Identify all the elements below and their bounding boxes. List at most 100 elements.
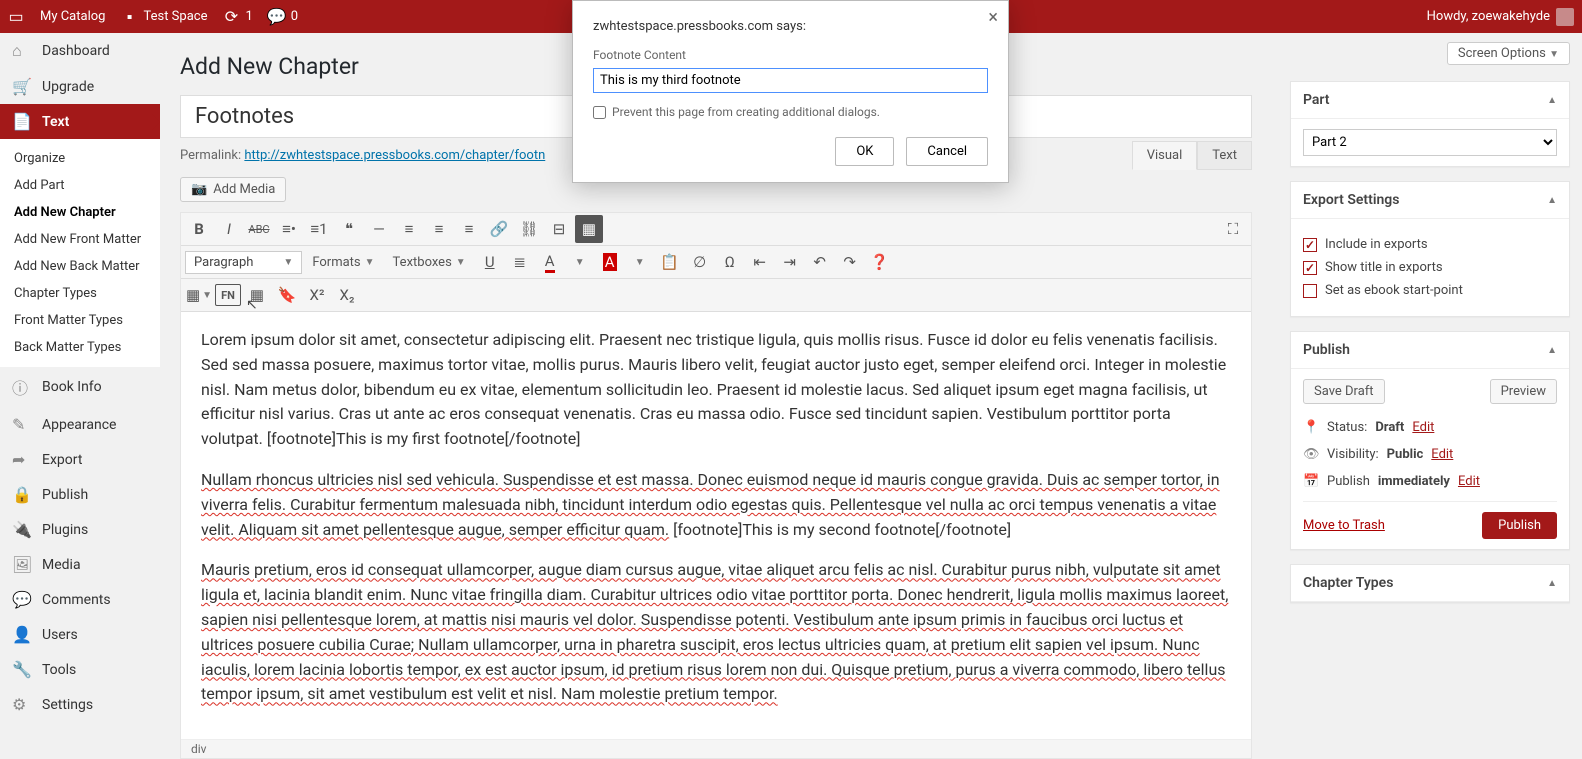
clear-formatting-button[interactable]: ∅ [686, 248, 714, 276]
sidebar-item-comments[interactable]: 💬Comments [0, 582, 160, 617]
formats-dropdown[interactable]: Formats▼ [304, 248, 382, 276]
account-link[interactable]: Howdy, zoewakehyde [1427, 8, 1574, 26]
paste-button[interactable]: 📋 [656, 248, 684, 276]
sidebar-item-appearance[interactable]: ✎Appearance [0, 407, 160, 442]
footnote-button[interactable]: FN [215, 284, 241, 306]
site-link[interactable]: ▪Test Space [121, 9, 207, 25]
align-right-button[interactable]: ≡ [455, 215, 483, 243]
italic-button[interactable]: I [215, 215, 243, 243]
indent-button[interactable]: ⇥ [776, 248, 804, 276]
toolbar-row-3: ▦▼ FN ▦ 🔖 X² X₂ [181, 279, 1251, 312]
dialog-ok-button[interactable]: OK [835, 137, 894, 166]
chapter-types-header[interactable]: Chapter Types▲ [1291, 565, 1569, 602]
grid-button[interactable]: ▦ [243, 281, 271, 309]
refresh-icon: ⟳ [223, 9, 239, 25]
tab-text[interactable]: Text [1197, 141, 1252, 170]
link-button[interactable]: 🔗 [485, 215, 513, 243]
export-box-header[interactable]: Export Settings▲ [1291, 182, 1569, 219]
sidebar-item-settings[interactable]: ⚙Settings [0, 687, 160, 722]
add-media-button[interactable]: 📷Add Media [180, 177, 286, 202]
subscript-button[interactable]: X₂ [333, 281, 361, 309]
collapse-icon: ▲ [1547, 195, 1557, 206]
sidebar-item-book-info[interactable]: ⓘBook Info [0, 367, 160, 407]
sidebar-item-upgrade[interactable]: 🛒Upgrade [0, 69, 160, 104]
underline-button[interactable]: U [476, 248, 504, 276]
edit-visibility-link[interactable]: Edit [1431, 447, 1453, 462]
hr-button[interactable]: — [365, 215, 393, 243]
sidebar-item-dashboard[interactable]: ⌂Dashboard [0, 33, 160, 69]
strikethrough-button[interactable]: ABC [245, 215, 273, 243]
publish-button[interactable]: Publish [1482, 512, 1557, 539]
menu-icon: ➦ [12, 450, 32, 469]
publish-box-header[interactable]: Publish▲ [1291, 332, 1569, 369]
table-button[interactable]: ▦▼ [185, 281, 213, 309]
edit-status-link[interactable]: Edit [1412, 420, 1434, 435]
sidebar-item-plugins[interactable]: 🔌Plugins [0, 512, 160, 547]
bullet-list-button[interactable]: ≡• [275, 215, 303, 243]
sidebar-sub-chapter-types[interactable]: Chapter Types [0, 280, 160, 307]
prevent-dialogs-checkbox[interactable] [593, 106, 606, 119]
sidebar-item-publish[interactable]: 🔒Publish [0, 477, 160, 512]
sidebar-item-users[interactable]: 👤Users [0, 617, 160, 652]
sidebar-sub-add-part[interactable]: Add Part [0, 172, 160, 199]
fullscreen-button[interactable]: ⛶ [1219, 215, 1247, 243]
move-to-trash-link[interactable]: Move to Trash [1303, 518, 1385, 533]
edit-schedule-link[interactable]: Edit [1458, 474, 1480, 489]
justify-button[interactable]: ≣ [506, 248, 534, 276]
ebook-start-checkbox[interactable] [1303, 284, 1317, 298]
footnote-content-input[interactable] [593, 68, 988, 93]
readmore-button[interactable]: ⊟ [545, 215, 573, 243]
editor-body[interactable]: Lorem ipsum dolor sit amet, consectetur … [181, 312, 1251, 739]
sidebar-sub-back-matter-types[interactable]: Back Matter Types [0, 334, 160, 361]
sidebar-sub-add-new-front-matter[interactable]: Add New Front Matter [0, 226, 160, 253]
outdent-button[interactable]: ⇤ [746, 248, 774, 276]
redo-button[interactable]: ↷ [836, 248, 864, 276]
bg-color-picker[interactable]: ▼ [626, 248, 654, 276]
textboxes-dropdown[interactable]: Textboxes▼ [385, 248, 474, 276]
sidebar-sub-add-new-back-matter[interactable]: Add New Back Matter [0, 253, 160, 280]
save-draft-button[interactable]: Save Draft [1303, 379, 1385, 404]
bold-button[interactable]: B [185, 215, 213, 243]
menu-icon: 🛒 [12, 77, 32, 96]
sidebar-item-media[interactable]: 🖼Media [0, 547, 160, 582]
screen-options-button[interactable]: Screen Options ▼ [1447, 42, 1570, 65]
sidebar-sub-add-new-chapter[interactable]: Add New Chapter [0, 199, 160, 226]
updates-link[interactable]: ⟳1 [223, 9, 252, 25]
sidebar-item-tools[interactable]: 🔧Tools [0, 652, 160, 687]
wp-menu[interactable]: ▭ [8, 9, 24, 25]
dialog-label: Footnote Content [593, 48, 988, 62]
sidebar-item-text[interactable]: 📄Text [0, 104, 160, 139]
undo-button[interactable]: ↶ [806, 248, 834, 276]
align-left-button[interactable]: ≡ [395, 215, 423, 243]
sidebar-sub-organize[interactable]: Organize [0, 145, 160, 172]
paragraph-dropdown[interactable]: Paragraph▼ [185, 251, 302, 274]
menu-icon: 🔌 [12, 520, 32, 539]
part-box-header[interactable]: Part▲ [1291, 82, 1569, 119]
tab-visual[interactable]: Visual [1132, 141, 1198, 170]
bookmark-button[interactable]: 🔖 [273, 281, 301, 309]
comments-link[interactable]: 💬0 [269, 9, 298, 25]
superscript-button[interactable]: X² [303, 281, 331, 309]
show-title-checkbox[interactable] [1303, 261, 1317, 275]
bg-color-button[interactable]: A [596, 248, 624, 276]
text-color-picker[interactable]: ▼ [566, 248, 594, 276]
dialog-cancel-button[interactable]: Cancel [906, 137, 988, 166]
align-center-button[interactable]: ≡ [425, 215, 453, 243]
unlink-button[interactable]: ⛓ [515, 215, 543, 243]
help-button[interactable]: ❓ [866, 248, 894, 276]
preview-button[interactable]: Preview [1490, 379, 1557, 404]
part-select[interactable]: Part 2 [1303, 129, 1557, 156]
camera-icon: 📷 [191, 182, 207, 197]
permalink-url[interactable]: http://zwhtestspace.pressbooks.com/chapt… [244, 148, 545, 163]
special-char-button[interactable]: Ω [716, 248, 744, 276]
dialog-close-button[interactable]: × [988, 7, 998, 28]
catalog-link[interactable]: My Catalog [40, 9, 105, 24]
sidebar-sub-front-matter-types[interactable]: Front Matter Types [0, 307, 160, 334]
blockquote-button[interactable]: ❝ [335, 215, 363, 243]
sidebar-item-export[interactable]: ➦Export [0, 442, 160, 477]
toolbar-toggle-button[interactable]: ▦ [575, 215, 603, 243]
text-color-button[interactable]: A [536, 248, 564, 276]
pin-icon: 📍 [1303, 420, 1319, 435]
number-list-button[interactable]: ≡1 [305, 215, 333, 243]
include-exports-checkbox[interactable] [1303, 238, 1317, 252]
